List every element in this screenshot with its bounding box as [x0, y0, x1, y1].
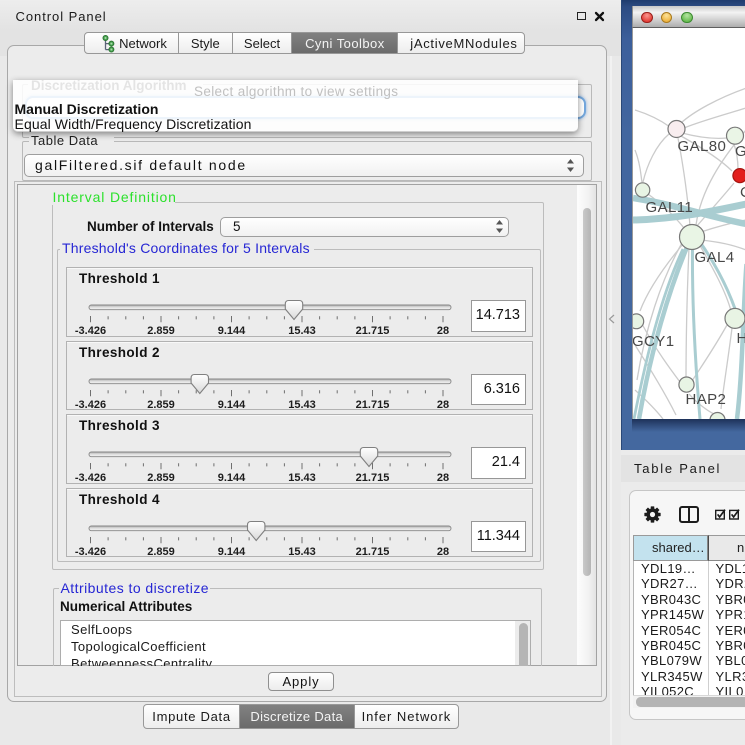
svg-text:28: 28	[437, 546, 449, 558]
svg-text:21.715: 21.715	[356, 399, 390, 411]
svg-text:G.: G.	[735, 143, 745, 160]
svg-text:2.859: 2.859	[147, 325, 175, 337]
svg-text:9.144: 9.144	[218, 546, 246, 558]
svg-text:28: 28	[437, 472, 449, 484]
svg-text:C: C	[740, 184, 745, 201]
svg-text:-3.426: -3.426	[75, 472, 106, 484]
svg-text:15.43: 15.43	[288, 472, 316, 484]
svg-text:HAP2: HAP2	[685, 391, 726, 408]
svg-text:GCY1: GCY1	[633, 333, 674, 350]
svg-text:9.144: 9.144	[218, 399, 246, 411]
svg-text:2.859: 2.859	[147, 472, 175, 484]
svg-text:H: H	[736, 330, 745, 347]
svg-text:-3.426: -3.426	[75, 546, 106, 558]
svg-text:15.43: 15.43	[288, 546, 316, 558]
svg-text:9.144: 9.144	[218, 472, 246, 484]
svg-text:15.43: 15.43	[288, 399, 316, 411]
svg-text:-3.426: -3.426	[75, 399, 106, 411]
svg-text:15.43: 15.43	[288, 325, 316, 337]
svg-text:21.715: 21.715	[356, 546, 390, 558]
svg-text:GAL11: GAL11	[645, 199, 693, 216]
svg-text:GAL80: GAL80	[677, 138, 726, 155]
svg-text:GAL4: GAL4	[694, 249, 734, 266]
svg-text:21.715: 21.715	[356, 325, 390, 337]
svg-text:2.859: 2.859	[147, 546, 175, 558]
svg-text:28: 28	[437, 325, 449, 337]
svg-text:9.144: 9.144	[218, 325, 246, 337]
svg-text:2.859: 2.859	[147, 399, 175, 411]
svg-text:21.715: 21.715	[356, 472, 390, 484]
svg-text:28: 28	[437, 399, 449, 411]
svg-text:-3.426: -3.426	[75, 325, 106, 337]
